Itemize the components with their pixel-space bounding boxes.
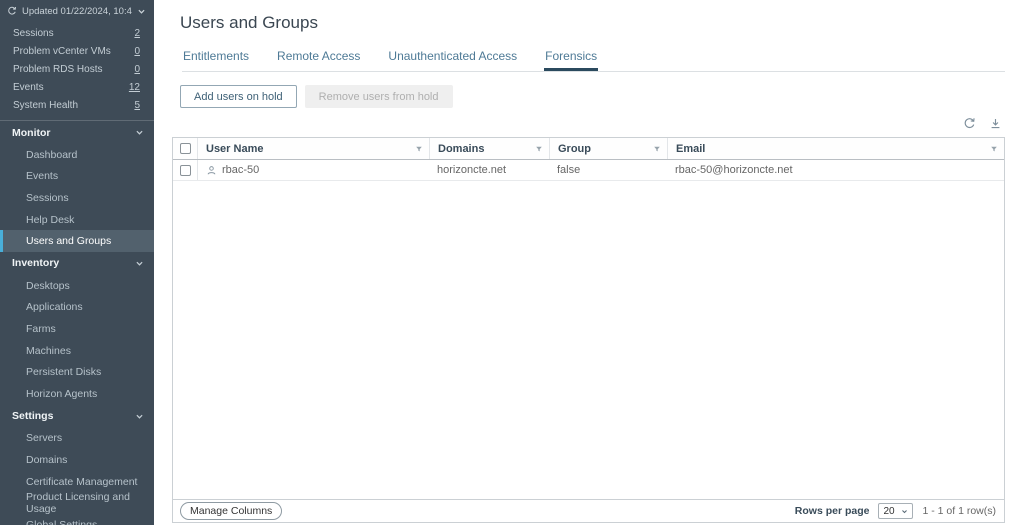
refresh-icon[interactable]: [7, 6, 17, 16]
sidebar-item-sessions[interactable]: Sessions: [0, 187, 154, 209]
rows-per-page-label: Rows per page: [794, 505, 870, 517]
sidebar-stats: Sessions 2 Problem vCenter VMs 0 Problem…: [0, 22, 154, 118]
chevron-down-icon: [135, 259, 144, 268]
manage-columns-button[interactable]: Manage Columns: [180, 502, 283, 520]
sidebar-item-applications[interactable]: Applications: [0, 297, 154, 319]
sidebar-item-users-and-groups[interactable]: Users and Groups: [0, 230, 154, 252]
sidebar-item-farms[interactable]: Farms: [0, 318, 154, 340]
pagination: Rows per page 20 1 - 1 of 1 row(s): [795, 503, 996, 519]
chevron-down-icon[interactable]: [137, 7, 146, 16]
filter-icon[interactable]: [535, 145, 543, 153]
sidebar-updated-bar: Updated 01/22/2024, 10:47 AM: [0, 0, 154, 22]
table-row[interactable]: rbac-50 horizoncte.net false rbac-50@hor…: [173, 160, 1004, 181]
sidebar-item-help-desk[interactable]: Help Desk: [0, 209, 154, 231]
sidebar-item-desktops[interactable]: Desktops: [0, 275, 154, 297]
filter-icon[interactable]: [653, 145, 661, 153]
stat-label: Sessions: [13, 27, 54, 39]
column-label: User Name: [206, 142, 264, 155]
select-all-checkbox[interactable]: [179, 143, 191, 154]
email-cell: rbac-50@horizoncte.net: [675, 164, 793, 176]
table-toolbar: [172, 117, 1005, 130]
column-header-user-name[interactable]: User Name: [197, 138, 429, 159]
stat-label: Problem vCenter VMs: [13, 45, 111, 57]
chevron-down-icon: [135, 128, 144, 137]
stat-system-health[interactable]: System Health 5: [0, 96, 154, 114]
filter-icon[interactable]: [415, 145, 423, 153]
stat-value-link[interactable]: 0: [134, 46, 140, 57]
horizon-console: Updated 01/22/2024, 10:47 AM Sessions 2 …: [0, 0, 1024, 525]
column-label: Group: [558, 142, 591, 155]
table-header-row: User Name Domains Group Email: [173, 138, 1004, 160]
section-label: Settings: [12, 410, 54, 423]
sidebar-item-product-licensing[interactable]: Product Licensing and Usage: [0, 491, 154, 515]
row-select-cell: [173, 160, 197, 180]
select-all-cell: [173, 138, 197, 159]
updated-timestamp: Updated 01/22/2024, 10:47 AM: [22, 5, 132, 17]
stat-value-link[interactable]: 2: [134, 28, 140, 39]
sidebar-section-monitor[interactable]: Monitor: [0, 121, 154, 144]
section-label: Inventory: [12, 257, 60, 270]
column-header-group[interactable]: Group: [549, 138, 667, 159]
tab-unauthenticated-access[interactable]: Unauthenticated Access: [387, 45, 518, 71]
tab-entitlements[interactable]: Entitlements: [182, 45, 250, 71]
add-users-on-hold-button[interactable]: Add users on hold: [180, 85, 297, 108]
stat-events[interactable]: Events 12: [0, 78, 154, 96]
sidebar-item-machines[interactable]: Machines: [0, 340, 154, 362]
main-content: Users and Groups Entitlements Remote Acc…: [154, 0, 1024, 525]
tab-forensics[interactable]: Forensics: [544, 45, 599, 71]
sidebar: Updated 01/22/2024, 10:47 AM Sessions 2 …: [0, 0, 154, 525]
user-name-cell: rbac-50: [197, 160, 429, 180]
rows-per-page-select[interactable]: 20: [878, 503, 914, 519]
domains-cell: horizoncte.net: [437, 164, 507, 176]
column-header-domains[interactable]: Domains: [429, 138, 549, 159]
group-cell: false: [557, 164, 581, 176]
user-icon: [206, 165, 217, 176]
column-label: Email: [676, 142, 706, 155]
row-checkbox[interactable]: [179, 164, 191, 176]
row-range-text: 1 - 1 of 1 row(s): [922, 505, 996, 517]
tab-bar: Entitlements Remote Access Unauthenticat…: [182, 45, 1005, 72]
section-label: Monitor: [12, 126, 51, 139]
column-label: Domains: [438, 142, 485, 155]
filter-icon[interactable]: [990, 145, 998, 153]
stat-label: Events: [13, 81, 44, 93]
download-icon[interactable]: [989, 117, 1002, 130]
sidebar-item-certificate-management[interactable]: Certificate Management: [0, 471, 154, 493]
column-header-email[interactable]: Email: [667, 138, 1004, 159]
rows-per-page-value: 20: [883, 505, 895, 517]
tab-remote-access[interactable]: Remote Access: [276, 45, 361, 71]
users-table: User Name Domains Group Email rbac-50 ho…: [172, 137, 1005, 523]
sidebar-item-global-settings[interactable]: Global Settings: [0, 514, 154, 525]
chevron-down-icon: [902, 509, 908, 513]
stat-value-link[interactable]: 0: [134, 64, 140, 75]
sidebar-section-inventory[interactable]: Inventory: [0, 252, 154, 275]
sidebar-item-dashboard[interactable]: Dashboard: [0, 144, 154, 166]
stat-label: System Health: [13, 99, 79, 111]
stat-sessions[interactable]: Sessions 2: [0, 24, 154, 42]
stat-problem-vcenter-vms[interactable]: Problem vCenter VMs 0: [0, 42, 154, 60]
refresh-icon[interactable]: [963, 117, 976, 130]
sidebar-item-persistent-disks[interactable]: Persistent Disks: [0, 361, 154, 383]
stat-value-link[interactable]: 12: [129, 82, 140, 93]
sidebar-item-domains[interactable]: Domains: [0, 449, 154, 471]
sidebar-item-horizon-agents[interactable]: Horizon Agents: [0, 383, 154, 405]
table-empty-space: [173, 181, 1004, 499]
stat-problem-rds-hosts[interactable]: Problem RDS Hosts 0: [0, 60, 154, 78]
page-title: Users and Groups: [180, 13, 318, 32]
table-footer: Manage Columns Rows per page 20 1 - 1 of…: [173, 499, 1004, 522]
stat-value-link[interactable]: 5: [134, 100, 140, 111]
sidebar-item-events[interactable]: Events: [0, 166, 154, 188]
action-buttons: Add users on hold Remove users from hold: [180, 85, 1005, 108]
chevron-down-icon: [135, 412, 144, 421]
sidebar-item-servers[interactable]: Servers: [0, 428, 154, 450]
sidebar-section-settings[interactable]: Settings: [0, 405, 154, 428]
user-name: rbac-50: [222, 164, 260, 176]
remove-users-from-hold-button: Remove users from hold: [304, 85, 453, 108]
stat-label: Problem RDS Hosts: [13, 63, 103, 75]
